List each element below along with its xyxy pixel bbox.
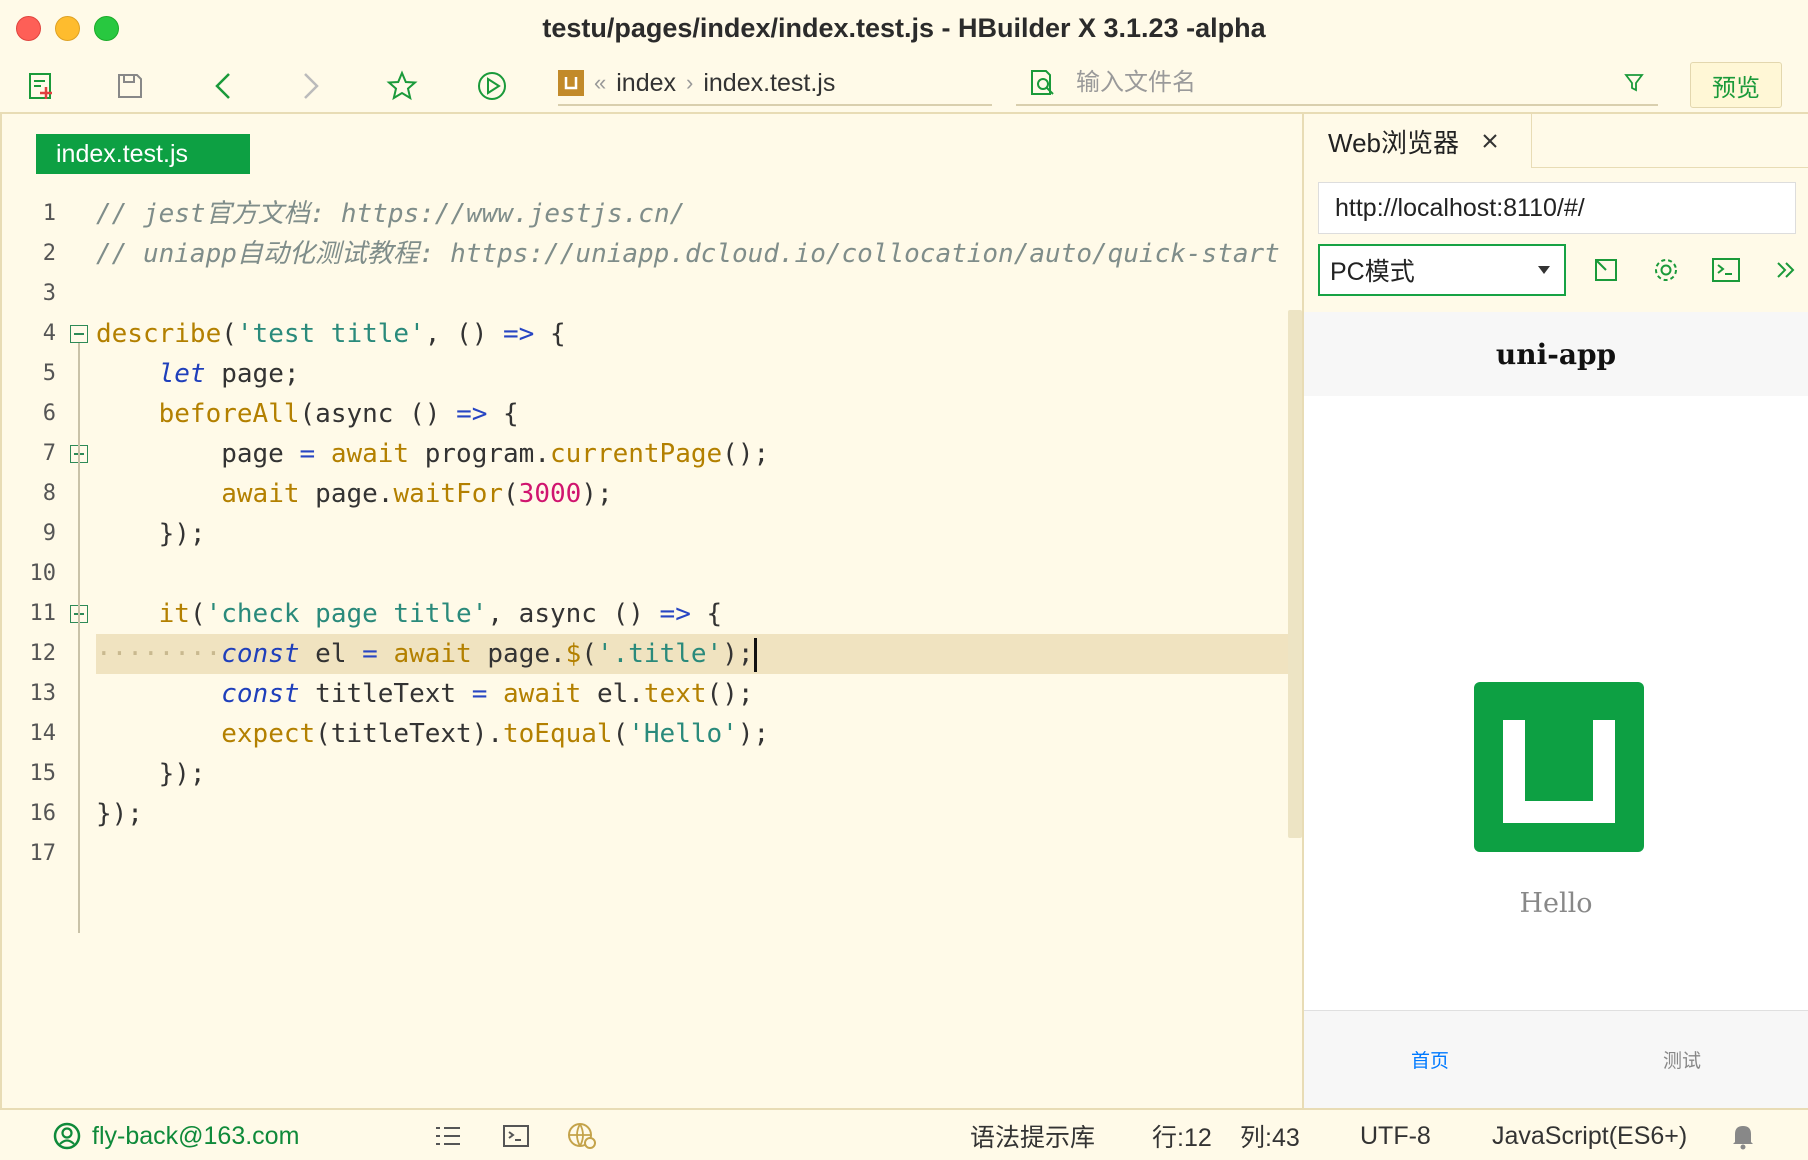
web-browser-panel: Web浏览器 http://localhost:8110/#/ PC模式 uni…: [1302, 114, 1808, 1108]
zoom-window-button[interactable]: [94, 16, 119, 41]
line-number: 2: [42, 241, 56, 266]
account-status[interactable]: fly-back@163.com: [52, 1110, 299, 1160]
close-icon[interactable]: [1481, 132, 1499, 150]
file-search-input[interactable]: [1076, 69, 1596, 97]
breadcrumb-overflow-icon[interactable]: «: [594, 70, 606, 96]
breadcrumb-item[interactable]: index.test.js: [703, 69, 835, 98]
code-line: });: [96, 759, 206, 789]
window-controls: [16, 16, 119, 41]
file-encoding[interactable]: UTF-8: [1360, 1110, 1431, 1160]
run-icon[interactable]: [472, 66, 512, 106]
uni-app-logo: [1474, 682, 1644, 852]
current-code-line: ········const el = await page.$('.title'…: [96, 634, 1288, 674]
code-line: // uniapp自动化测试教程: https://uniapp.dcloud.…: [96, 239, 1280, 269]
syntax-library-button[interactable]: 语法提示库: [970, 1110, 1095, 1160]
outline-icon[interactable]: [434, 1110, 462, 1160]
filter-icon[interactable]: [1624, 72, 1644, 94]
code-line: const titleText = await el.text();: [221, 679, 754, 709]
code-line: describe('test title', () => {: [96, 319, 566, 349]
code-editor[interactable]: index.test.js 1 2 3 4 5 6 7 8 9 10 11 12…: [0, 114, 1302, 1108]
line-number: 1: [42, 201, 56, 226]
cursor-column[interactable]: 列:43: [1240, 1110, 1300, 1160]
device-mode-select[interactable]: PC模式: [1318, 244, 1566, 296]
globe-icon[interactable]: [566, 1110, 598, 1160]
account-email: fly-back@163.com: [92, 1121, 300, 1150]
star-icon[interactable]: [382, 66, 422, 106]
line-number: 8: [42, 481, 56, 506]
status-bar: fly-back@163.com 语法提示库 行:12 列:43 UTF-8 J…: [0, 1108, 1808, 1160]
chevron-right-icon: ›: [686, 70, 694, 95]
preview-button[interactable]: 预览: [1690, 62, 1782, 108]
file-search-box: [1016, 62, 1658, 106]
line-number: 17: [29, 841, 57, 866]
code-line: it('check page title', async () => {: [158, 599, 723, 629]
back-icon[interactable]: [204, 66, 244, 106]
app-tab-home[interactable]: 首页: [1304, 1011, 1556, 1108]
editor-tab-index-test-js[interactable]: index.test.js: [36, 134, 250, 174]
tab-bar-spacer: [1532, 114, 1808, 168]
line-number: 13: [29, 681, 57, 706]
line-number-gutter: 1 2 3 4 5 6 7 8 9 10 11 12 13 14 15 16 1…: [2, 194, 62, 874]
url-input[interactable]: http://localhost:8110/#/: [1318, 182, 1796, 234]
text-cursor: [753, 637, 757, 672]
line-number: 12: [29, 641, 57, 666]
code-line: page = await program.currentPage();: [96, 439, 770, 469]
line-number: 11: [29, 601, 57, 626]
hello-text: Hello: [1519, 888, 1593, 919]
line-number: 14: [29, 721, 57, 746]
code-line: // jest官方文档: https://www.jestjs.cn/: [96, 199, 686, 229]
code-line: await page.waitFor(3000);: [221, 479, 613, 509]
console-icon[interactable]: [1706, 248, 1746, 292]
line-number: 10: [29, 561, 57, 586]
code-line: expect(titleText).toEqual('Hello');: [221, 719, 770, 749]
double-chevron-right-icon[interactable]: [1766, 248, 1806, 292]
line-number: 4: [42, 321, 56, 346]
code-content[interactable]: // jest官方文档: https://www.jestjs.cn/ // u…: [96, 194, 1288, 874]
code-line: let page;: [158, 359, 300, 389]
terminal-icon[interactable]: [502, 1110, 530, 1160]
breadcrumb-item[interactable]: index: [616, 69, 676, 98]
gear-icon[interactable]: [1646, 248, 1686, 292]
code-line: });: [96, 799, 143, 829]
line-number: 16: [29, 801, 57, 826]
search-file-icon: [1028, 68, 1058, 98]
toolbar: « index › index.test.js 预览: [0, 56, 1808, 114]
tab-web-browser[interactable]: Web浏览器: [1312, 114, 1532, 168]
close-window-button[interactable]: [16, 16, 41, 41]
fold-guide: [78, 343, 80, 933]
title-bar: testu/pages/index/index.test.js - HBuild…: [0, 0, 1808, 56]
uni-app-icon: [558, 70, 584, 96]
app-tab-test[interactable]: 测试: [1556, 1011, 1808, 1108]
line-number: 6: [42, 401, 56, 426]
code-line: });: [96, 519, 206, 549]
language-mode[interactable]: JavaScript(ES6+): [1492, 1110, 1687, 1160]
forward-icon[interactable]: [290, 66, 330, 106]
cursor-row[interactable]: 行:12: [1152, 1110, 1212, 1160]
chevron-down-icon: [1538, 266, 1550, 274]
open-external-icon[interactable]: [1586, 248, 1626, 292]
line-number: 15: [29, 761, 57, 786]
window-title: testu/pages/index/index.test.js - HBuild…: [542, 12, 1266, 43]
line-number: 3: [42, 281, 56, 306]
app-navbar-title: uni-app: [1304, 312, 1808, 396]
code-line: beforeAll(async () => {: [158, 399, 519, 429]
editor-scrollbar[interactable]: [1288, 310, 1302, 838]
browser-tab-label: Web浏览器: [1328, 127, 1459, 158]
new-file-icon[interactable]: [22, 66, 62, 106]
user-icon: [52, 1121, 82, 1151]
line-number: 5: [42, 361, 56, 386]
device-mode-value: PC模式: [1330, 258, 1415, 286]
bell-icon[interactable]: [1730, 1110, 1756, 1160]
app-tabbar: 首页 测试: [1304, 1010, 1808, 1108]
breadcrumb: « index › index.test.js: [558, 62, 992, 106]
fold-toggle-icon[interactable]: [70, 325, 88, 343]
save-icon[interactable]: [110, 66, 150, 106]
line-number: 9: [42, 521, 56, 546]
browser-viewport[interactable]: uni-app Hello 首页 测试: [1304, 312, 1808, 1108]
minimize-window-button[interactable]: [55, 16, 80, 41]
line-number: 7: [42, 441, 56, 466]
